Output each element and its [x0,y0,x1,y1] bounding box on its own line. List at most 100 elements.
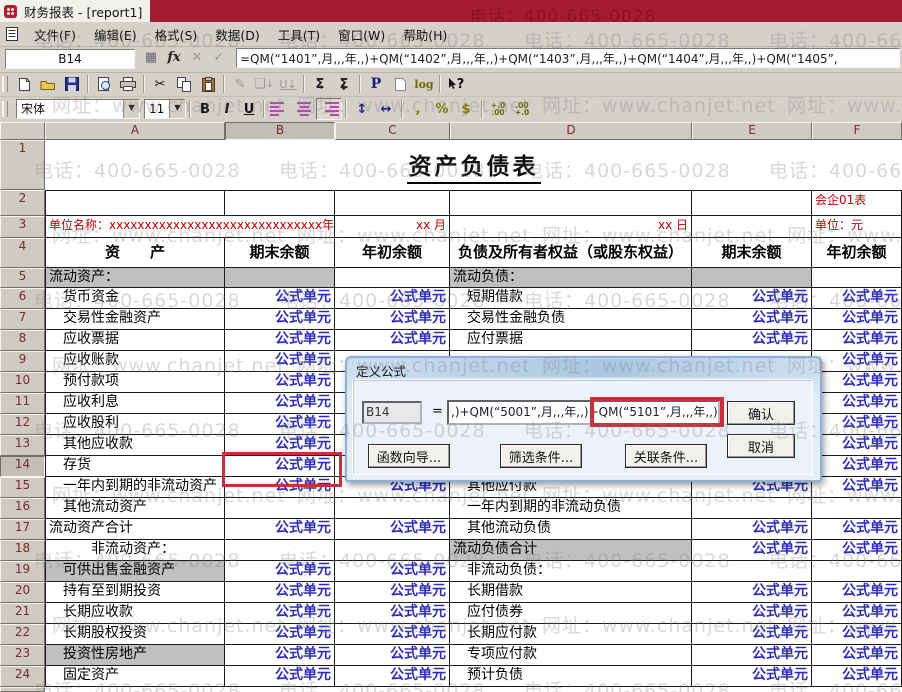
cell-d19[interactable]: 非流动负债： [450,561,692,582]
row-header-6[interactable]: 6 [0,288,45,309]
cell-a19[interactable]: 可供出售金融资产 [45,561,225,582]
cell-b15[interactable]: 公式单元 [225,477,335,498]
cell-c24[interactable]: 公式单元 [335,666,450,687]
cell-c21[interactable]: 公式单元 [335,603,450,624]
filter-condition-button[interactable]: 筛选条件... [500,444,582,468]
cell-e4[interactable]: 期末余额 [692,238,812,268]
row-header-23[interactable]: 23 [0,645,45,666]
cell-c19[interactable]: 公式单元 [335,561,450,582]
cell-c18[interactable] [335,540,450,561]
cell-a17[interactable]: 流动资产合计 [45,519,225,540]
chevron-down-icon[interactable]: ▼ [169,100,185,118]
cell-c7[interactable]: 公式单元 [335,309,450,330]
row-header-18[interactable]: 18 [0,540,45,561]
row-header-7[interactable]: 7 [0,309,45,330]
bold-button[interactable]: B [194,99,216,119]
print-button[interactable] [116,74,140,94]
cell-a22[interactable]: 长期股权投资 [45,624,225,645]
row-header-11[interactable]: 11 [0,393,45,414]
menu-data[interactable]: 数据(D) [206,23,268,46]
cell-f21[interactable]: 公式单元 [812,603,902,624]
cell-a11[interactable]: 应收利息 [45,393,225,414]
cell-f6[interactable]: 公式单元 [812,288,902,309]
cell-e6[interactable]: 公式单元 [692,288,812,309]
cell-f8[interactable]: 公式单元 [812,330,902,351]
cell-e2[interactable] [692,190,812,216]
cell-e5[interactable] [692,268,812,288]
cell-f20[interactable]: 公式单元 [812,582,902,603]
row-header-20[interactable]: 20 [0,582,45,603]
cell-a9[interactable]: 应收账款 [45,351,225,372]
cell-b5[interactable] [225,268,335,288]
italic-button[interactable]: I [216,99,238,119]
column-header-c[interactable]: C [335,122,450,140]
align-right-button[interactable] [316,98,342,120]
cell-f16[interactable] [812,498,902,519]
percent-style-button[interactable]: % [430,99,454,119]
underline-button[interactable]: U [238,99,260,119]
sum-row-button[interactable]: Σ→ [308,74,332,94]
cell-b2[interactable] [225,190,335,216]
cell-a20[interactable]: 持有至到期投资 [45,582,225,603]
row-header-8[interactable]: 8 [0,330,45,351]
cell-c4[interactable]: 年初余额 [335,238,450,268]
column-width-button[interactable]: ↔ [374,99,398,119]
row-header-22[interactable]: 22 [0,624,45,645]
row-height-button[interactable]: ↕ [350,99,374,119]
cell-f10[interactable]: 公式单元 [812,372,902,393]
toolbar-grip[interactable] [2,101,8,117]
cell-d6[interactable]: 短期借款 [450,288,692,309]
row-header-1[interactable]: 1 [0,140,45,190]
cell-a2[interactable] [45,190,225,216]
cell-d23[interactable]: 专项应付款 [450,645,692,666]
cell-b7[interactable]: 公式单元 [225,309,335,330]
row-header-19[interactable]: 19 [0,561,45,582]
row-header-17[interactable]: 17 [0,519,45,540]
cell-a23[interactable]: 投资性房地产 [45,645,225,666]
menu-file[interactable]: 文件(F) [25,23,85,46]
row-header-14[interactable]: 14 [0,456,45,477]
formula-input[interactable]: =QM(“1401”,月,,,年,,)+QM(“1402”,月,,,年,,)+Q… [236,48,900,68]
cell-f15[interactable]: 公式单元 [812,477,902,498]
cell-f2[interactable]: 会企01表 [812,190,902,216]
cell-b16[interactable] [225,498,335,519]
cell-a5[interactable]: 流动资产： [45,268,225,288]
cell-e22[interactable]: 公式单元 [692,624,812,645]
cell-a15[interactable]: 一年内到期的非流动资产 [45,477,225,498]
cancel-entry-icon[interactable]: ✕ [186,48,208,68]
function-wizard-button[interactable]: 函数向导... [368,444,450,468]
column-header-f[interactable]: F [812,122,902,140]
cell-d17[interactable]: 其他流动负债 [450,519,692,540]
cell-b6[interactable]: 公式单元 [225,288,335,309]
column-header-a[interactable]: A [45,122,225,140]
cell-f12[interactable]: 公式单元 [812,414,902,435]
cell-e23[interactable]: 公式单元 [692,645,812,666]
cell-a6[interactable]: 货币资金 [45,288,225,309]
cell-d18[interactable]: 流动负债合计 [450,540,692,561]
cell-b14[interactable]: 公式单元 [225,456,335,477]
cell-e18[interactable]: 公式单元 [692,540,812,561]
cell-a18[interactable]: 非流动资产： [45,540,225,561]
cell-c23[interactable]: 公式单元 [335,645,450,666]
cell-d8[interactable]: 应付票据 [450,330,692,351]
row-header-partial[interactable] [0,687,45,692]
chevron-down-icon[interactable]: ▼ [123,100,139,118]
cell-f23[interactable]: 公式单元 [812,645,902,666]
cell-a12[interactable]: 应收股利 [45,414,225,435]
cell-d16[interactable]: 一年内到期的非流动负债 [450,498,692,519]
row-header-12[interactable]: 12 [0,414,45,435]
new-button[interactable] [12,74,36,94]
menu-tools[interactable]: 工具(T) [269,23,329,46]
cell-c22[interactable]: 公式单元 [335,624,450,645]
log-button[interactable]: log [412,74,436,94]
cell-b20[interactable]: 公式单元 [225,582,335,603]
cell-a13[interactable]: 其他应收款 [45,435,225,456]
cell-b13[interactable]: 公式单元 [225,435,335,456]
row-header-21[interactable]: 21 [0,603,45,624]
cell-a8[interactable]: 应收票据 [45,330,225,351]
cell-e21[interactable]: 公式单元 [692,603,812,624]
align-center-button[interactable] [292,99,316,119]
cell-b8[interactable]: 公式单元 [225,330,335,351]
cell-d5[interactable]: 流动负债： [450,268,692,288]
paste-button[interactable] [196,74,220,94]
